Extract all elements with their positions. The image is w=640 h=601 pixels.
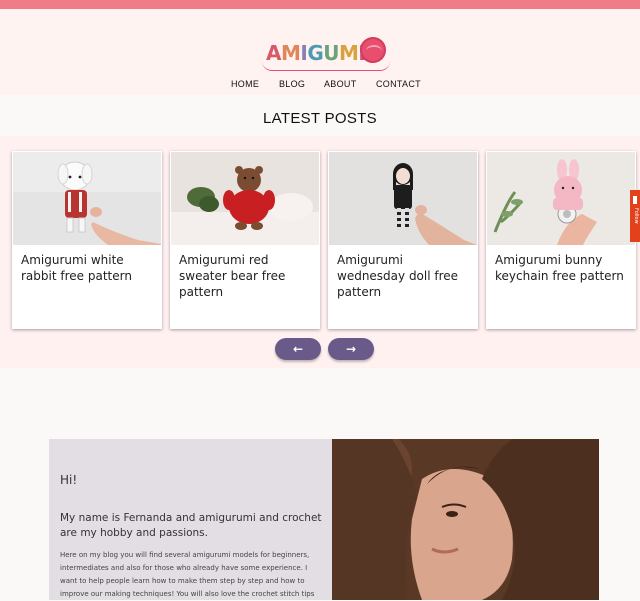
yarn-thread-decoration <box>262 61 390 71</box>
carousel-prev-button[interactable]: ← <box>275 338 321 360</box>
bunny-keychain-thumbnail[interactable] <box>487 152 635 245</box>
post-card-white-rabbit[interactable]: Amigurumi white rabbit free pattern <box>12 151 162 329</box>
post-card-title[interactable]: Amigurumi red sweater bear free pattern <box>179 252 315 300</box>
post-card-wednesday-doll[interactable]: Amigurumi wednesday doll free pattern <box>328 151 478 329</box>
wednesday-doll-thumbnail[interactable] <box>329 152 477 245</box>
author-portrait <box>332 439 599 600</box>
red-sweater-bear-thumbnail[interactable] <box>171 152 319 245</box>
intro-greeting: Hi! <box>60 473 78 487</box>
post-card-title[interactable]: Amigurumi white rabbit free pattern <box>21 252 157 284</box>
top-accent-bar <box>0 0 640 9</box>
post-card-red-sweater-bear[interactable]: Amigurumi red sweater bear free pattern <box>170 151 320 329</box>
intro-body-text: Here on my blog you will find several am… <box>60 551 315 598</box>
follow-tab-label: Follow <box>633 208 639 224</box>
bookmark-icon <box>633 196 637 204</box>
carousel-next-button[interactable]: → <box>328 338 374 360</box>
white-rabbit-thumbnail[interactable] <box>13 152 161 245</box>
post-card-title[interactable]: Amigurumi wednesday doll free pattern <box>337 252 473 300</box>
nav-item-home[interactable]: HOME <box>231 79 259 89</box>
latest-posts-heading: LATEST POSTS <box>263 110 377 127</box>
follow-side-tab[interactable]: Follow <box>630 190 640 242</box>
post-card-bunny-keychain[interactable]: Amigurumi bunny keychain free pattern <box>486 151 636 329</box>
post-card-title[interactable]: Amigurumi bunny keychain free pattern <box>495 252 631 284</box>
nav-item-about[interactable]: ABOUT <box>324 79 357 89</box>
nav-item-blog[interactable]: BLOG <box>279 79 305 89</box>
nav-item-contact[interactable]: CONTACT <box>376 79 421 89</box>
site-header: AMIGUME HOME BLOG ABOUT CONTACT <box>0 9 640 95</box>
intro-lead-text: My name is Fernanda and amigurumi and cr… <box>60 512 322 539</box>
site-logo[interactable]: AMIGUME <box>262 37 394 77</box>
main-nav: HOME BLOG ABOUT CONTACT <box>0 79 640 93</box>
about-intro-panel: Hi! My name is Fernanda and amigurumi an… <box>49 439 332 600</box>
yarn-ball-icon <box>360 37 386 63</box>
